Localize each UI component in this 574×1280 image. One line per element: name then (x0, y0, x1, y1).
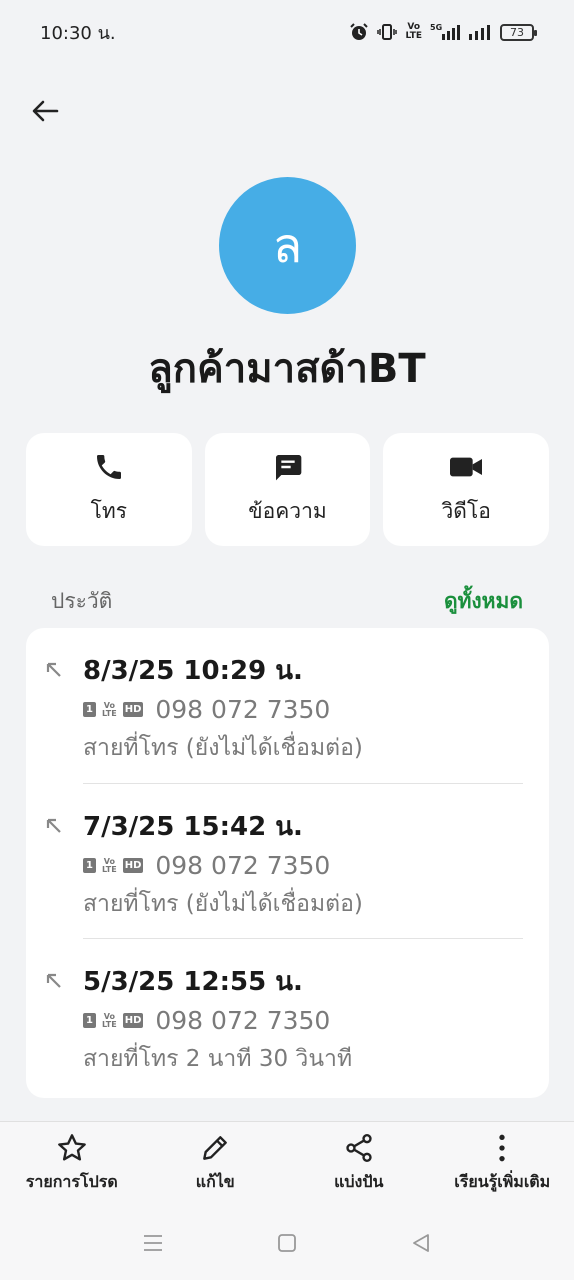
signal-5g-icon: 5G (430, 22, 460, 42)
volte-icon: Vo LTE (405, 22, 422, 41)
more-label: เรียนรู้เพิ่มเติม (454, 1172, 551, 1191)
back-button[interactable] (24, 90, 66, 132)
contact-name: ลูกค้ามาสด้าBT (148, 346, 426, 392)
call-info-row: 1 Vo LTE HD 098 072 7350 (83, 1006, 523, 1035)
home-button[interactable] (275, 1231, 299, 1255)
avatar-letter: ล (272, 217, 303, 274)
status-time: 10:30 น. (40, 22, 116, 44)
hd-badge: HD (122, 702, 144, 717)
signal-icon (468, 22, 492, 42)
more-button[interactable]: เรียนรู้เพิ่มเติม (431, 1122, 574, 1205)
video-button[interactable]: วิดีโอ (383, 433, 550, 546)
menu-lines-icon (144, 1234, 162, 1251)
outgoing-call-icon (46, 662, 61, 677)
volte-badge-icon: Vo LTE (102, 856, 117, 874)
action-row: โทร ข้อความ วิดีโอ (26, 433, 550, 546)
call-button[interactable]: โทร (26, 433, 192, 546)
call-info-row: 1 Vo LTE HD 098 072 7350 (83, 695, 523, 724)
recents-button[interactable] (141, 1231, 165, 1255)
history-card: 8/3/25 10:29 น. 1 Vo LTE HD 098 072 7350 … (26, 628, 549, 1098)
favorite-label: รายการโปรด (25, 1172, 118, 1191)
battery-icon: 73 (500, 23, 537, 41)
edit-button[interactable]: แก้ไข (144, 1122, 288, 1205)
call-datetime: 5/3/25 12:55 น. (83, 967, 303, 997)
call-status: สายที่โทร (ยังไม่ได้เชื่อมต่อ) (83, 891, 363, 917)
call-status: สายที่โทร (ยังไม่ได้เชื่อมต่อ) (83, 735, 363, 761)
back-triangle-icon (413, 1233, 429, 1252)
volte-badge-icon: Vo LTE (102, 1011, 117, 1029)
favorite-button[interactable]: รายการโปรด (0, 1122, 144, 1205)
outgoing-call-icon (46, 973, 61, 988)
message-label: ข้อความ (248, 499, 327, 523)
volte-badge-icon: Vo LTE (102, 700, 117, 718)
bottom-toolbar: รายการโปรด แก้ไข แบ่งปัน เรียนรู้เพิ่มเต… (0, 1121, 574, 1205)
hd-badge: HD (122, 858, 144, 873)
sim-badge: 1 (83, 702, 96, 717)
status-bar: 10:30 น. Vo LTE 5G 73 (0, 0, 574, 64)
share-label: แบ่งปัน (334, 1172, 384, 1191)
more-vert-icon (499, 1134, 505, 1162)
sim-badge: 1 (83, 1013, 96, 1028)
outgoing-call-icon (46, 818, 61, 833)
call-entry[interactable]: 7/3/25 15:42 น. 1 Vo LTE HD 098 072 7350 … (46, 783, 523, 938)
history-header: ประวัติ ดูทั้งหมด (51, 585, 523, 618)
edit-label: แก้ไข (195, 1172, 235, 1191)
status-icons: Vo LTE 5G 73 (349, 22, 537, 42)
avatar: ล (219, 177, 356, 314)
call-label: โทร (90, 499, 128, 523)
system-nav-bar (0, 1205, 574, 1280)
see-all-link[interactable]: ดูทั้งหมด (444, 585, 523, 618)
history-title: ประวัติ (51, 589, 113, 613)
share-icon (346, 1134, 372, 1162)
alarm-icon (349, 22, 369, 42)
call-number: 098 072 7350 (155, 695, 331, 724)
call-number: 098 072 7350 (155, 1006, 331, 1035)
svg-text:5G: 5G (430, 23, 442, 32)
share-button[interactable]: แบ่งปัน (287, 1122, 431, 1205)
video-icon (450, 457, 483, 477)
call-datetime: 8/3/25 10:29 น. (83, 656, 303, 686)
message-icon (275, 455, 301, 481)
call-entry[interactable]: 8/3/25 10:29 น. 1 Vo LTE HD 098 072 7350 … (46, 628, 523, 783)
nav-back-button[interactable] (409, 1231, 433, 1255)
back-arrow-icon (32, 100, 59, 122)
hd-badge: HD (122, 1013, 144, 1028)
call-entry[interactable]: 5/3/25 12:55 น. 1 Vo LTE HD 098 072 7350 … (46, 938, 523, 1093)
video-label: วิดีโอ (441, 499, 491, 523)
vibrate-icon (377, 22, 398, 42)
phone-icon (96, 455, 121, 479)
star-icon (57, 1134, 86, 1161)
call-info-row: 1 Vo LTE HD 098 072 7350 (83, 851, 523, 880)
message-button[interactable]: ข้อความ (204, 433, 371, 546)
sim-badge: 1 (83, 858, 96, 873)
call-datetime: 7/3/25 15:42 น. (83, 812, 303, 842)
call-status: สายที่โทร 2 นาที 30 วินาที (83, 1046, 353, 1072)
home-square-icon (278, 1233, 296, 1252)
pencil-icon (203, 1136, 228, 1160)
call-number: 098 072 7350 (155, 851, 331, 880)
